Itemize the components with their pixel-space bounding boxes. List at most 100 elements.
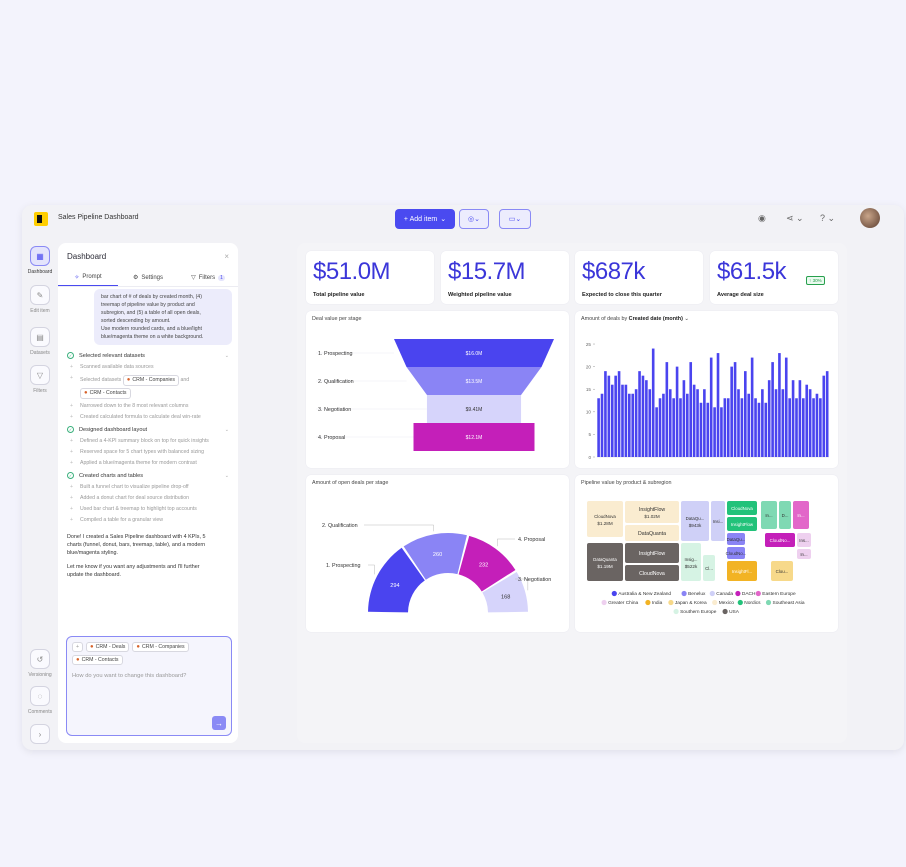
rail-edit-item-button[interactable]: ✎ xyxy=(30,285,50,305)
step-detail: Used bar chart & treemap to highlight to… xyxy=(58,504,238,515)
bar xyxy=(750,357,754,457)
dataset-chip[interactable]: ● CRM - Companies xyxy=(132,642,189,652)
bar xyxy=(699,402,703,457)
message-line: Done! I created a Sales Pipeline dashboa… xyxy=(67,534,206,540)
database-icon: ● xyxy=(76,657,80,663)
panel-tabs: ✧ Prompt ⚙ Settings ▽ Filters 1 xyxy=(58,269,238,287)
bar xyxy=(815,393,819,457)
step-detail: Built a funnel chart to visualize pipeli… xyxy=(58,482,238,493)
treemap-tile-label: In... xyxy=(797,513,804,518)
dataset-chip[interactable]: ● CRM - Companies xyxy=(122,375,179,386)
dashboard-panel: Dashboard × ✧ Prompt ⚙ Settings ▽ Filters 1 … xyxy=(58,243,238,743)
rail-filters-button[interactable]: ▽ xyxy=(30,365,50,385)
preview-eye-icon[interactable]: ◉ xyxy=(758,213,766,224)
bar xyxy=(692,384,696,457)
dataset-chip[interactable]: ● CRM - Deals xyxy=(86,642,130,652)
legend-label: USA xyxy=(729,609,740,615)
bar xyxy=(757,402,761,457)
legend-swatch xyxy=(673,608,679,615)
composer-input[interactable]: How do you want to change this dashboard… xyxy=(72,673,226,679)
kpi-card[interactable]: $61.5k ↑ 30% Average deal size xyxy=(710,251,838,304)
donut-chart-card[interactable]: Amount of open deals per stage 294 1. Pro… xyxy=(306,475,569,632)
kpi-card[interactable]: $51.0M Total pipeline value xyxy=(306,251,434,304)
bar-chart-card[interactable]: Amount of deals by Created date (month) … xyxy=(575,311,838,468)
rail-dashboard-button[interactable]: ▦ xyxy=(30,246,50,266)
dataset-chip[interactable]: ● CRM - Contacts xyxy=(72,655,123,665)
add-item-button[interactable]: + Add item ⌄ xyxy=(395,209,455,229)
step-header[interactable]: ✓ Designed dashboard layout ⌄ xyxy=(58,423,238,436)
legend-label: Japan & Korea xyxy=(675,600,707,606)
legend-swatch xyxy=(611,590,617,597)
step-detail: Reserved space for 5 chart types with ba… xyxy=(58,447,238,458)
treemap-chart-card[interactable]: Pipeline value by product & subregion Cl… xyxy=(575,475,838,632)
bar xyxy=(624,384,628,457)
check-icon: ✓ xyxy=(67,426,74,433)
donut-value-label: 260 xyxy=(433,552,442,558)
bar xyxy=(655,407,658,457)
add-context-button[interactable]: + xyxy=(72,642,84,652)
kpi-card[interactable]: $687k Expected to close this quarter xyxy=(575,251,703,304)
donut-leader-line xyxy=(368,564,375,575)
funnel-chart-card[interactable]: Deal value per stage 1. Prospecting $16.0… xyxy=(306,311,569,468)
treemap-tile-value: $1.28M xyxy=(597,521,612,526)
bar xyxy=(645,380,648,457)
rail-datasets-button[interactable]: ▤ xyxy=(30,327,50,347)
check-icon: ✓ xyxy=(67,472,74,479)
legend-swatch xyxy=(755,590,761,597)
bar xyxy=(665,362,669,457)
bar xyxy=(781,389,785,457)
tab-filters[interactable]: ▽ Filters 1 xyxy=(178,269,238,286)
step-header[interactable]: ✓ Selected relevant datasets ⌄ xyxy=(58,349,238,362)
donut-category-label: 4. Proposal xyxy=(518,537,545,543)
prompt-composer[interactable]: + ● CRM - Deals ● CRM - Companies ● CRM - C… xyxy=(66,636,232,736)
chip-label: CRM - Deals xyxy=(95,644,126,650)
grid-icon: ▦ xyxy=(36,251,44,261)
chip-label: CRM - Companies xyxy=(141,644,185,650)
bar xyxy=(628,393,631,457)
kpi-value: $51.0M xyxy=(313,258,391,285)
bar xyxy=(812,398,815,457)
legend-swatch xyxy=(709,590,715,597)
filters-count-badge: 1 xyxy=(218,274,225,281)
rail-comments-button[interactable]: ◌ xyxy=(30,686,50,706)
kpi-card[interactable]: $15.7M Weighted pipeline value xyxy=(441,251,569,304)
treemap-tile-label: DataQu... xyxy=(686,516,705,521)
chevron-right-icon: › xyxy=(38,729,42,739)
legend-label: Nordics xyxy=(744,600,761,606)
close-icon[interactable]: × xyxy=(224,252,229,261)
treemap-tile-label: DataQu... xyxy=(727,537,746,542)
step-detail: Defined a 4-KPI summary block on top for… xyxy=(58,436,238,447)
device-preview-button[interactable]: ▭ ⌄ xyxy=(499,209,531,229)
treemap-tile-label: Insi... xyxy=(713,519,724,524)
y-tick-label: 5 xyxy=(588,432,591,437)
bar xyxy=(672,398,675,457)
legend-label: Canada xyxy=(716,591,733,597)
bar xyxy=(740,398,744,457)
bar xyxy=(706,402,710,457)
assistant-message: Done! I created a Sales Pipeline dashboa… xyxy=(58,530,238,560)
step-header[interactable]: ✓ Created charts and tables ⌄ xyxy=(58,469,238,482)
tab-settings[interactable]: ⚙ Settings xyxy=(118,269,178,286)
dataset-chip[interactable]: ● CRM - Contacts xyxy=(80,388,131,399)
rail-label: Edit item xyxy=(30,308,50,314)
help-icon[interactable]: ? ⌄ xyxy=(820,213,835,224)
prompt-line: bar chart of # of deals by created month… xyxy=(101,294,202,300)
sparkle-icon: ✧ xyxy=(74,274,80,281)
language-button[interactable]: ◎ ⌄ xyxy=(459,209,489,229)
kpi-label: Expected to close this quarter xyxy=(582,292,662,298)
user-avatar[interactable] xyxy=(860,208,880,228)
tab-prompt[interactable]: ✧ Prompt xyxy=(58,269,118,286)
chevron-down-icon: ⌄ xyxy=(224,472,229,479)
send-button[interactable]: → xyxy=(212,716,226,730)
share-icon[interactable]: ⋖ ⌄ xyxy=(786,213,804,224)
prompt-line: treemap of pipeline value by product and xyxy=(101,302,195,308)
globe-icon: ◎ xyxy=(468,216,475,223)
rail-label: Datasets xyxy=(30,350,50,356)
add-item-label: + Add item xyxy=(403,215,438,223)
bar xyxy=(651,348,655,457)
funnel-category-label: 2. Qualification xyxy=(318,379,354,385)
rail-versioning-button[interactable]: ↺ xyxy=(30,649,50,669)
rail-expand-button[interactable]: › xyxy=(30,724,50,744)
bar xyxy=(802,398,805,457)
bar xyxy=(795,398,798,457)
